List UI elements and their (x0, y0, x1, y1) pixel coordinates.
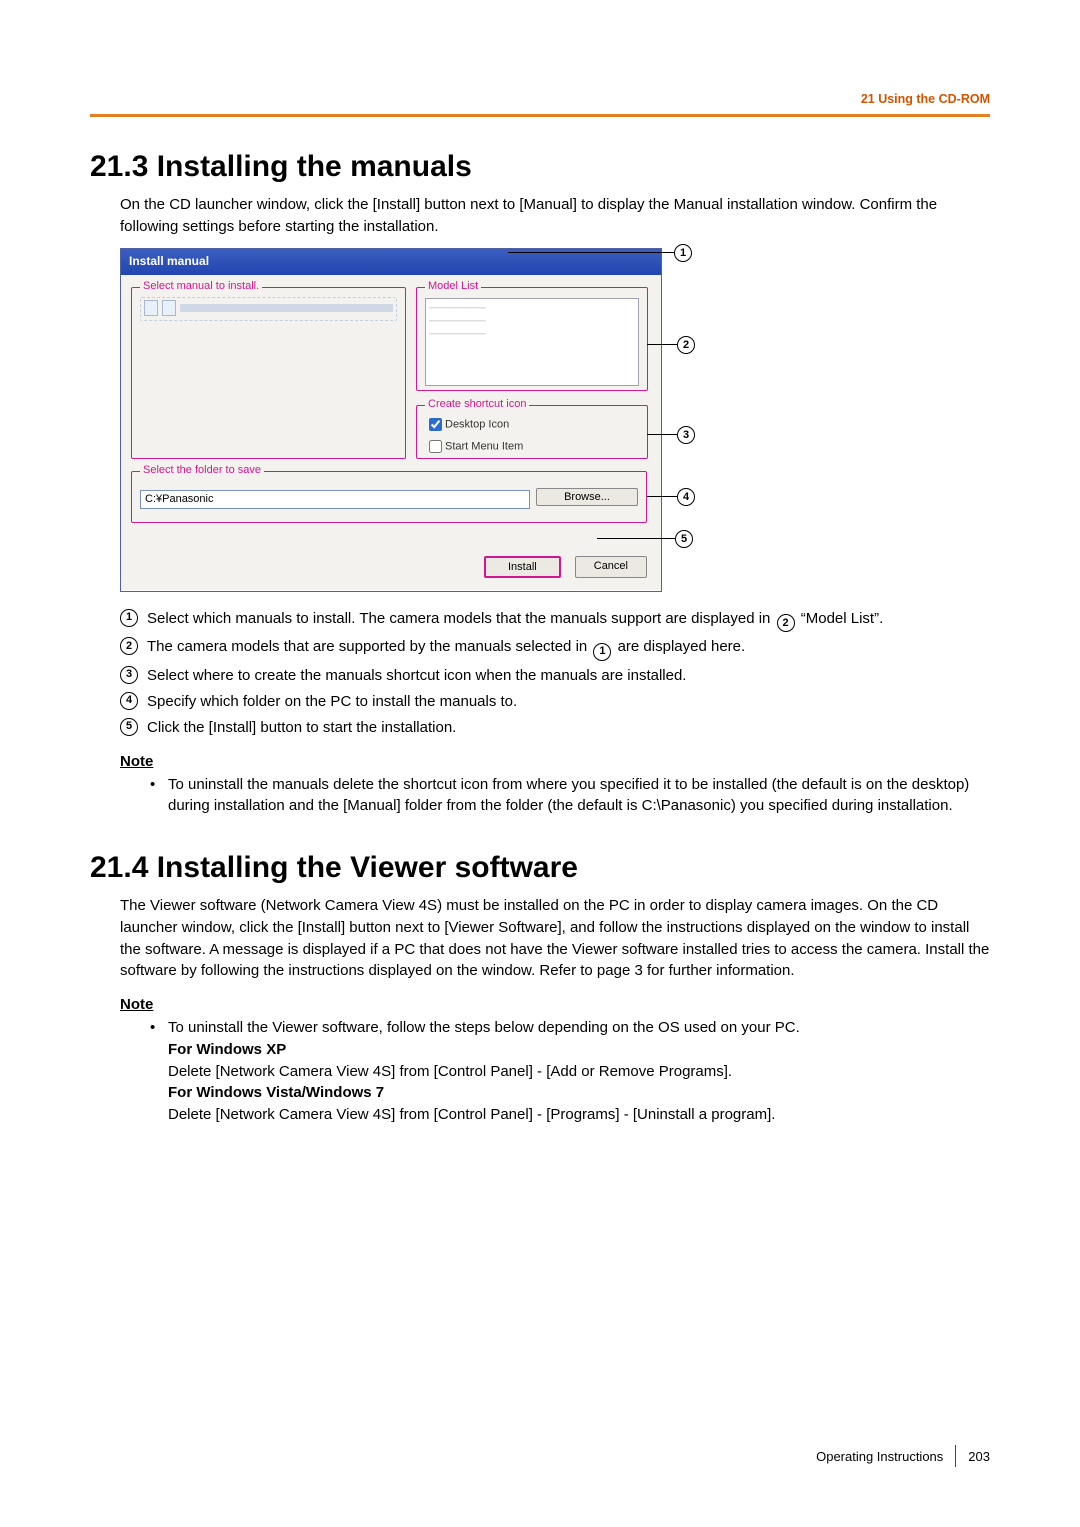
group-select-manual: Select manual to install. (131, 287, 406, 459)
manual-entry-text (180, 304, 393, 312)
section-214-title: 21.4 Installing the Viewer software (90, 851, 990, 885)
legend-num-3: 3 (120, 666, 138, 684)
legend-item-1: 1 Select which manuals to install. The c… (120, 608, 990, 633)
legend-2-b: are displayed here. (613, 638, 745, 655)
legend-text-3: Select where to create the manuals short… (147, 665, 990, 687)
bullet-dot-icon: • (150, 774, 168, 796)
legend-num-4: 4 (120, 692, 138, 710)
checkbox-desktop-row: Desktop Icon (425, 415, 639, 434)
footer-page-number: 203 (968, 1449, 990, 1464)
note-2-xp-heading: For Windows XP (168, 1041, 286, 1058)
page-footer: Operating Instructions 203 (816, 1445, 990, 1467)
note-2-vista7-text: Delete [Network Camera View 4S] from [Co… (168, 1106, 775, 1123)
callout-1-num: 1 (674, 244, 692, 262)
checkbox-startmenu-row: Start Menu Item (425, 437, 639, 456)
legend-text-5: Click the [Install] button to start the … (147, 717, 990, 739)
callout-5-num: 5 (675, 530, 693, 548)
group-model-list-label: Model List (425, 280, 481, 292)
legend-item-5: 5 Click the [Install] button to start th… (120, 717, 990, 739)
note-2-title: Note (120, 996, 990, 1013)
section-213-intro: On the CD launcher window, click the [In… (120, 194, 990, 238)
callout-5: 5 (597, 530, 693, 548)
note-2-lead: To uninstall the Viewer software, follow… (168, 1019, 800, 1036)
install-button[interactable]: Install (484, 556, 561, 578)
group-model-list: Model List ──────────────────────── (416, 287, 648, 391)
callout-3: 3 (647, 426, 695, 444)
callout-4: 4 (647, 488, 695, 506)
legend-item-4: 4 Specify which folder on the PC to inst… (120, 691, 990, 713)
legend-num-2: 2 (120, 637, 138, 655)
running-head: 21 Using the CD-ROM (861, 92, 990, 106)
note-2-text: To uninstall the Viewer software, follow… (168, 1017, 990, 1126)
note-1-text: To uninstall the manuals delete the shor… (168, 774, 990, 818)
page: 21 Using the CD-ROM 21.3 Installing the … (0, 0, 1080, 1527)
legend-2-a: The camera models that are supported by … (147, 638, 591, 655)
checkbox-startmenu-label: Start Menu Item (445, 440, 523, 452)
legend-num-5: 5 (120, 718, 138, 736)
checkbox-desktop-label: Desktop Icon (445, 418, 509, 430)
group-save-folder-label: Select the folder to save (140, 464, 264, 476)
callout-legend: 1 Select which manuals to install. The c… (120, 608, 990, 739)
group-select-manual-label: Select manual to install. (140, 280, 262, 292)
callout-1: 1 (508, 244, 692, 262)
callout-2-num: 2 (677, 336, 695, 354)
checkbox-desktop[interactable] (429, 418, 442, 431)
manual-thumb-icon (162, 300, 176, 316)
bullet-dot-icon: • (150, 1017, 168, 1039)
dialog-screenshot: Install manual Select manual to install.… (120, 248, 705, 598)
legend-1-b: “Model List”. (797, 610, 884, 627)
note-1-title: Note (120, 753, 990, 770)
callout-4-num: 4 (677, 488, 695, 506)
inline-ref-1: 1 (593, 643, 611, 661)
legend-item-2: 2 The camera models that are supported b… (120, 636, 990, 661)
group-shortcut-label: Create shortcut icon (425, 398, 529, 410)
group-save-folder: Select the folder to save Browse... (131, 471, 647, 523)
note-2-xp-text: Delete [Network Camera View 4S] from [Co… (168, 1063, 732, 1080)
folder-path-input[interactable] (140, 490, 530, 509)
footer-separator-icon (955, 1445, 956, 1467)
inline-ref-2: 2 (777, 614, 795, 632)
legend-num-1: 1 (120, 609, 138, 627)
dialog-button-row: Install Cancel (484, 556, 647, 578)
window-body: Select manual to install. Model List ───… (121, 275, 661, 590)
legend-text-1: Select which manuals to install. The cam… (147, 608, 990, 633)
manual-entry[interactable] (140, 297, 397, 321)
note-2-body: • To uninstall the Viewer software, foll… (150, 1017, 990, 1126)
section-213-title: 21.3 Installing the manuals (90, 150, 990, 184)
browse-button[interactable]: Browse... (536, 488, 638, 506)
section-214-intro: The Viewer software (Network Camera View… (120, 895, 990, 982)
legend-text-2: The camera models that are supported by … (147, 636, 990, 661)
cancel-button[interactable]: Cancel (575, 556, 647, 578)
callout-3-num: 3 (677, 426, 695, 444)
note-1-body: • To uninstall the manuals delete the sh… (150, 774, 990, 818)
legend-text-4: Specify which folder on the PC to instal… (147, 691, 990, 713)
note-2-vista7-heading: For Windows Vista/Windows 7 (168, 1084, 384, 1101)
manual-thumb-icon (144, 300, 158, 316)
footer-text: Operating Instructions (816, 1449, 943, 1464)
checkbox-startmenu[interactable] (429, 440, 442, 453)
legend-item-3: 3 Select where to create the manuals sho… (120, 665, 990, 687)
legend-1-a: Select which manuals to install. The cam… (147, 610, 775, 627)
model-list-box[interactable]: ──────────────────────── (425, 298, 639, 386)
callout-2: 2 (647, 336, 695, 354)
group-shortcut: Create shortcut icon Desktop Icon Start … (416, 405, 648, 459)
install-manual-window: Install manual Select manual to install.… (120, 248, 662, 592)
header-rule (90, 114, 990, 117)
